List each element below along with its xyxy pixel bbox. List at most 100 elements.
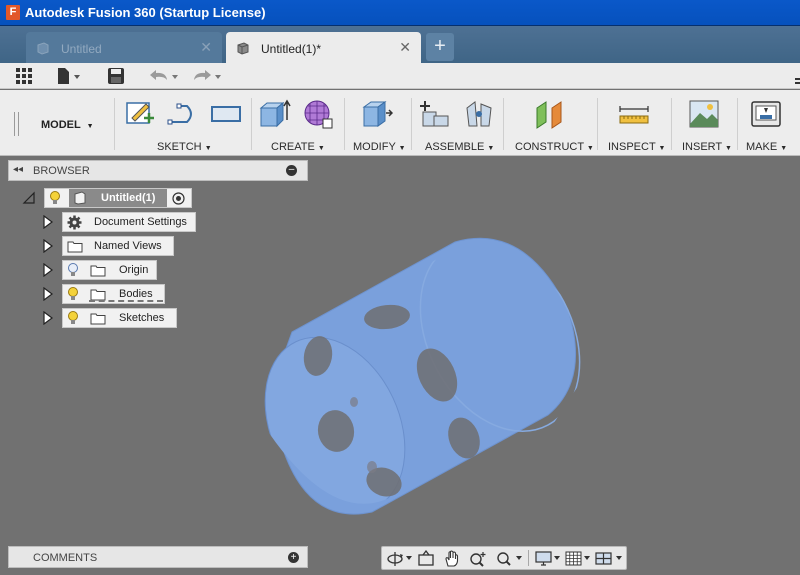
expand-arrow-icon[interactable]	[42, 215, 54, 229]
viewports-icon[interactable]	[594, 550, 614, 567]
modify-menu[interactable]: MODIFY ▼	[353, 141, 406, 153]
zoom-icon[interactable]	[468, 550, 488, 567]
double-chevron-left-icon[interactable]: ◂◂	[13, 164, 23, 175]
orbit-icon[interactable]	[386, 550, 406, 567]
browser-item-named-views[interactable]: Named Views	[42, 236, 182, 256]
expand-arrow-icon[interactable]	[42, 287, 54, 301]
document-tab-strip: Untitled ✕ Untitled(1)* ✕ +	[0, 26, 800, 63]
named-views-box[interactable]: Named Views	[62, 236, 174, 256]
press-pull-icon[interactable]	[361, 98, 393, 130]
folder-icon	[67, 241, 83, 253]
sketch-menu[interactable]: SKETCH ▼	[157, 141, 212, 153]
sketches-box[interactable]: Sketches	[62, 308, 177, 328]
ribbon-divider	[411, 98, 412, 150]
form-sculpt-icon[interactable]	[302, 98, 334, 130]
lightbulb-icon[interactable]	[67, 311, 79, 326]
file-menu-icon[interactable]	[56, 67, 82, 85]
navigation-bar	[381, 546, 627, 570]
ribbon-divider	[344, 98, 345, 150]
create-menu[interactable]: CREATE ▼	[271, 141, 325, 153]
cylinder-body[interactable]	[238, 211, 611, 535]
chevron-down-icon[interactable]	[406, 556, 412, 560]
close-icon[interactable]: ✕	[399, 39, 411, 56]
lightbulb-off-icon[interactable]	[67, 263, 79, 278]
new-tab-button[interactable]: +	[426, 33, 454, 61]
browser-root-node[interactable]: Untitled(1)	[22, 188, 194, 208]
fit-zoom-icon[interactable]	[494, 550, 514, 567]
window-title: Autodesk Fusion 360 (Startup License)	[25, 5, 266, 20]
chevron-down-icon: ▼	[586, 145, 594, 152]
comments-title: COMMENTS	[33, 552, 98, 564]
toolbar-grip-handle[interactable]	[14, 112, 19, 136]
folder-icon	[90, 313, 106, 325]
origin-box[interactable]: Origin	[62, 260, 157, 280]
display-settings-icon[interactable]	[534, 550, 554, 567]
rectangle-icon[interactable]	[210, 98, 242, 130]
3d-print-icon[interactable]	[750, 98, 782, 130]
make-menu[interactable]: MAKE ▼	[746, 141, 787, 153]
inspect-label: INSPECT	[608, 141, 656, 153]
undo-icon[interactable]	[147, 67, 179, 85]
comments-panel-header[interactable]: COMMENTS +	[8, 546, 308, 568]
chevron-down-icon: ▼	[780, 145, 788, 152]
plus-circle-icon[interactable]: +	[288, 552, 299, 563]
joint-icon[interactable]	[463, 98, 495, 130]
close-icon[interactable]: ✕	[200, 39, 212, 56]
minus-circle-icon[interactable]: –	[286, 165, 297, 176]
tab-label: Untitled(1)*	[261, 42, 322, 56]
gear-icon	[67, 215, 82, 230]
workspace-switcher[interactable]: MODEL ▼	[41, 119, 94, 131]
tab-untitled-1[interactable]: Untitled(1)* ✕	[226, 32, 421, 63]
save-icon[interactable]	[107, 67, 125, 85]
browser-item-origin[interactable]: Origin	[42, 260, 162, 280]
browser-panel-header[interactable]: ◂◂ BROWSER –	[8, 160, 308, 181]
bodies-label: Bodies	[119, 288, 153, 300]
inspect-menu[interactable]: INSPECT ▼	[608, 141, 665, 153]
chevron-down-icon[interactable]	[554, 556, 560, 560]
redo-icon[interactable]	[190, 67, 222, 85]
new-component-icon[interactable]	[419, 98, 451, 130]
lightbulb-icon[interactable]	[49, 191, 61, 206]
grid-icon[interactable]	[564, 550, 584, 567]
browser-item-sketches[interactable]: Sketches	[42, 308, 182, 328]
window-title-bar: F Autodesk Fusion 360 (Startup License)	[0, 0, 800, 26]
collapse-triangle-icon[interactable]	[22, 191, 36, 205]
tab-untitled[interactable]: Untitled ✕	[26, 32, 222, 63]
expand-arrow-icon[interactable]	[42, 239, 54, 253]
line-arc-icon[interactable]	[167, 98, 199, 130]
offset-plane-icon[interactable]	[534, 98, 566, 130]
bodies-underline	[89, 300, 163, 303]
create-sketch-icon[interactable]	[124, 98, 156, 130]
document-settings-box[interactable]: Document Settings	[62, 212, 196, 232]
browser-item-document-settings[interactable]: Document Settings	[42, 212, 202, 232]
workspace-label: MODEL	[41, 119, 81, 131]
make-label: MAKE	[746, 141, 778, 153]
ribbon-divider	[503, 98, 504, 150]
expand-arrow-icon[interactable]	[42, 311, 54, 325]
origin-label: Origin	[119, 264, 149, 276]
document-cube-icon	[37, 42, 49, 55]
chevron-down-icon[interactable]	[516, 556, 522, 560]
data-panel-grid-icon[interactable]	[15, 67, 33, 85]
bodies-box[interactable]: Bodies	[62, 284, 165, 304]
browser-item-bodies[interactable]: Bodies	[42, 284, 172, 304]
assemble-menu[interactable]: ASSEMBLE ▼	[425, 141, 494, 153]
construct-menu[interactable]: CONSTRUCT ▼	[515, 141, 594, 153]
root-node-box[interactable]: Untitled(1)	[44, 188, 192, 208]
insert-menu[interactable]: INSERT ▼	[682, 141, 732, 153]
look-at-icon[interactable]	[416, 550, 436, 567]
lightbulb-icon[interactable]	[67, 287, 79, 302]
expand-arrow-icon[interactable]	[42, 263, 54, 277]
tab-label: Untitled	[61, 42, 102, 56]
active-radio-icon[interactable]	[172, 192, 185, 205]
root-node-label: Untitled(1)	[101, 192, 156, 204]
insert-image-icon[interactable]	[688, 98, 720, 130]
chevron-down-icon: ▼	[86, 123, 94, 130]
construct-label: CONSTRUCT	[515, 141, 584, 153]
quick-access-toolbar	[0, 63, 800, 89]
chevron-down-icon[interactable]	[616, 556, 622, 560]
chevron-down-icon[interactable]	[584, 556, 590, 560]
pan-hand-icon[interactable]	[442, 550, 462, 567]
extrude-icon[interactable]	[259, 98, 291, 130]
measure-icon[interactable]	[618, 98, 650, 130]
